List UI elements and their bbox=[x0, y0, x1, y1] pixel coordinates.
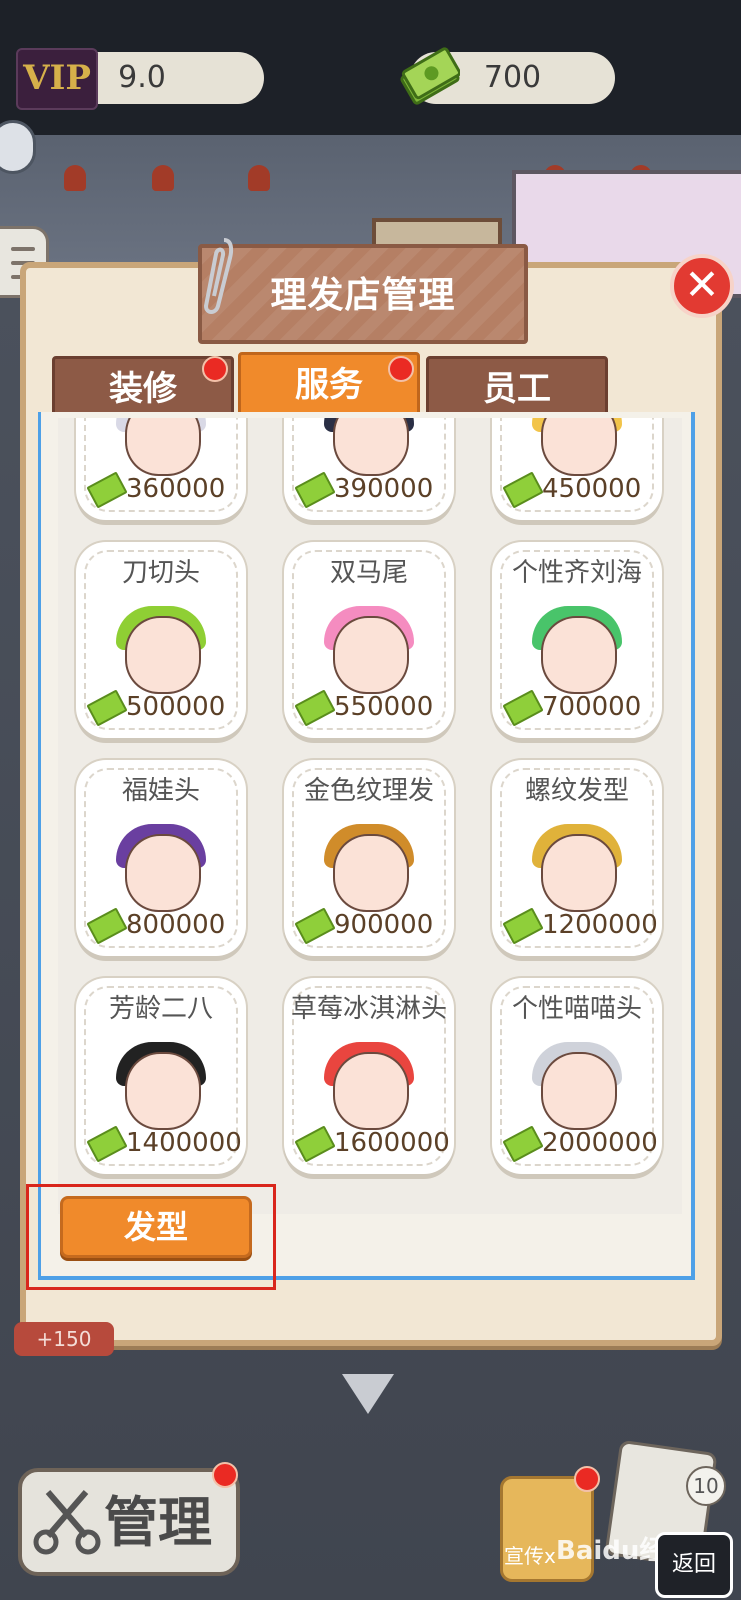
close-button[interactable]: ✕ bbox=[670, 254, 734, 318]
price-value: 1600000 bbox=[334, 1128, 450, 1158]
hairstyle-list[interactable]: 360000 390000 450000 刀切头 500000 双马尾 550000 个性齐刘… bbox=[58, 418, 682, 1214]
notification-dot bbox=[574, 1466, 600, 1492]
price-value: 900000 bbox=[334, 910, 434, 940]
cash-icon bbox=[86, 906, 128, 945]
hairstyle-price: 390000 bbox=[294, 470, 454, 509]
price-value: 450000 bbox=[542, 474, 642, 504]
hairstyle-card[interactable]: 个性喵喵头 2000000 bbox=[492, 978, 662, 1174]
close-icon: ✕ bbox=[684, 260, 720, 309]
highlight-box bbox=[26, 1184, 276, 1290]
scissors-icon bbox=[33, 1490, 101, 1555]
hairstyle-card[interactable]: 个性齐刘海 700000 bbox=[492, 542, 662, 738]
hairstyle-price: 2000000 bbox=[502, 1124, 662, 1163]
tab-label: 服务 bbox=[295, 365, 363, 405]
hairstyle-name: 金色纹理发 bbox=[303, 776, 434, 806]
tab-label: 员工 bbox=[483, 369, 551, 409]
hairstyle-name: 刀切头 bbox=[121, 558, 200, 588]
hairstyle-card[interactable]: 刀切头 500000 bbox=[76, 542, 246, 738]
hairstyle-price: 550000 bbox=[294, 688, 454, 727]
cash-icon bbox=[294, 688, 336, 727]
notification-dot bbox=[202, 356, 228, 382]
hairstyle-price: 500000 bbox=[86, 688, 246, 727]
hairstyle-card[interactable]: 390000 bbox=[284, 418, 454, 520]
hairstyle-price: 1200000 bbox=[502, 906, 662, 945]
panel-title: 理发店管理 bbox=[270, 275, 456, 316]
cash-icon bbox=[86, 470, 128, 509]
hairstyle-price: 450000 bbox=[502, 470, 662, 509]
hairstyle-card[interactable]: 螺纹发型 1200000 bbox=[492, 760, 662, 956]
cash-icon bbox=[400, 47, 460, 105]
vip-level-value: 9.0 bbox=[118, 60, 166, 95]
hairstyle-name: 个性齐刘海 bbox=[511, 558, 642, 588]
cash-icon bbox=[502, 1124, 544, 1163]
hairstyle-price: 1600000 bbox=[294, 1124, 454, 1163]
face-icon bbox=[125, 616, 201, 694]
lamp-icon bbox=[248, 165, 270, 191]
lamp-icon bbox=[64, 165, 86, 191]
promo-label: 宣传x bbox=[504, 1544, 556, 1568]
price-value: 800000 bbox=[126, 910, 226, 940]
face-icon bbox=[125, 418, 201, 476]
cash-icon bbox=[502, 906, 544, 945]
face-icon bbox=[333, 834, 409, 912]
face-icon bbox=[541, 616, 617, 694]
lamp-icon bbox=[152, 165, 174, 191]
hairstyle-name: 螺纹发型 bbox=[524, 776, 629, 806]
vip-badge: VIP bbox=[16, 48, 98, 110]
hairstyle-price: 700000 bbox=[502, 688, 662, 727]
cash-icon bbox=[86, 1124, 128, 1163]
hairstyle-card[interactable]: 双马尾 550000 bbox=[284, 542, 454, 738]
cash-icon bbox=[502, 688, 544, 727]
hairstyle-name: 福娃头 bbox=[121, 776, 200, 806]
hairstyle-name: 草莓冰淇淋头 bbox=[290, 994, 447, 1024]
price-value: 550000 bbox=[334, 692, 434, 722]
face-icon bbox=[541, 418, 617, 476]
face-icon bbox=[541, 1052, 617, 1130]
reward-value: +150 bbox=[36, 1327, 92, 1351]
notification-dot bbox=[388, 356, 414, 382]
notification-dot bbox=[212, 1462, 238, 1488]
hairstyle-name: 双马尾 bbox=[329, 558, 408, 588]
price-value: 360000 bbox=[126, 474, 226, 504]
face-icon bbox=[333, 418, 409, 476]
manage-label: 管理 bbox=[104, 1491, 212, 1554]
hairstyle-name: 个性喵喵头 bbox=[511, 994, 642, 1024]
reward-badge: +150 bbox=[14, 1322, 114, 1356]
face-icon bbox=[541, 834, 617, 912]
hairstyle-card[interactable]: 450000 bbox=[492, 418, 662, 520]
tab-label: 装修 bbox=[109, 369, 177, 409]
price-value: 390000 bbox=[334, 474, 434, 504]
hairstyle-price: 360000 bbox=[86, 470, 246, 509]
hairstyle-card[interactable]: 草莓冰淇淋头 1600000 bbox=[284, 978, 454, 1174]
price-value: 1200000 bbox=[542, 910, 658, 940]
cash-icon bbox=[294, 470, 336, 509]
hairstyle-card[interactable]: 福娃头 800000 bbox=[76, 760, 246, 956]
cash-icon bbox=[502, 470, 544, 509]
price-value: 1400000 bbox=[126, 1128, 242, 1158]
cash-icon bbox=[294, 906, 336, 945]
cash-icon bbox=[86, 688, 128, 727]
hairstyle-card[interactable]: 金色纹理发 900000 bbox=[284, 760, 454, 956]
collapse-arrow-icon[interactable] bbox=[342, 1374, 394, 1414]
price-value: 700000 bbox=[542, 692, 642, 722]
cash-icon bbox=[294, 1124, 336, 1163]
hairstyle-card[interactable]: 芳龄二八 1400000 bbox=[76, 978, 246, 1174]
back-button[interactable]: 返回 bbox=[655, 1532, 733, 1598]
face-icon bbox=[125, 1052, 201, 1130]
cash-value: 700 bbox=[483, 60, 542, 95]
face-icon bbox=[333, 616, 409, 694]
hairstyle-card[interactable]: 360000 bbox=[76, 418, 246, 520]
task-count-badge: 10 bbox=[686, 1466, 726, 1506]
price-value: 2000000 bbox=[542, 1128, 658, 1158]
face-icon bbox=[125, 834, 201, 912]
hairstyle-price: 1400000 bbox=[86, 1124, 246, 1163]
hairstyle-price: 800000 bbox=[86, 906, 246, 945]
hairstyle-name: 芳龄二八 bbox=[108, 994, 213, 1024]
face-icon bbox=[333, 1052, 409, 1130]
hairstyle-price: 900000 bbox=[294, 906, 454, 945]
price-value: 500000 bbox=[126, 692, 226, 722]
